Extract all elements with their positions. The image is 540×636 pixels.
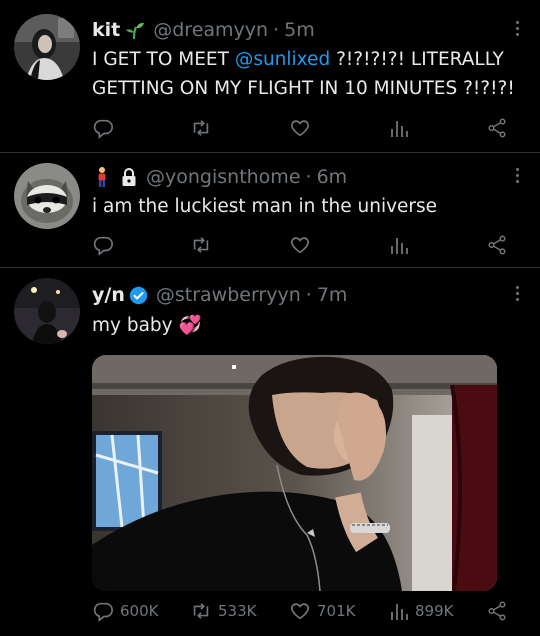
verified-badge-icon bbox=[129, 286, 148, 305]
share-icon bbox=[486, 117, 508, 139]
separator-dot: · bbox=[305, 284, 312, 306]
action-bar: 600K 533K 701K 899K bbox=[92, 600, 522, 624]
tweet-header: kit @dreamyyn · 5m bbox=[92, 17, 315, 43]
views-button[interactable] bbox=[389, 234, 415, 256]
reply-icon bbox=[92, 600, 114, 622]
avatar[interactable] bbox=[14, 278, 80, 344]
avatar[interactable] bbox=[14, 163, 80, 229]
timestamp[interactable]: 7m bbox=[317, 284, 348, 306]
handle[interactable]: @strawberryyn bbox=[156, 284, 301, 306]
share-icon bbox=[486, 600, 508, 622]
more-icon[interactable] bbox=[514, 286, 520, 301]
tweet-header: @yongisnthome · 6m bbox=[92, 164, 347, 190]
retweet-icon bbox=[190, 600, 212, 622]
separator-dot: · bbox=[273, 19, 280, 41]
action-bar bbox=[92, 117, 522, 141]
retweet-button[interactable] bbox=[190, 234, 218, 256]
tweet-text: my baby 💞 bbox=[92, 315, 202, 336]
share-button[interactable] bbox=[486, 600, 508, 622]
separator-dot: · bbox=[305, 166, 312, 188]
retweet-button[interactable] bbox=[190, 117, 218, 139]
views-icon bbox=[389, 600, 409, 622]
reply-button[interactable] bbox=[92, 117, 120, 139]
more-icon[interactable] bbox=[514, 168, 520, 183]
avatar[interactable] bbox=[14, 14, 80, 80]
tweet-header: y/n @strawberryyn · 7m bbox=[92, 282, 347, 308]
reply-icon bbox=[92, 117, 114, 139]
heart-icon bbox=[289, 600, 311, 622]
like-button[interactable]: 701K bbox=[289, 600, 355, 622]
retweet-button[interactable]: 533K bbox=[190, 600, 256, 622]
views-count: 899K bbox=[415, 602, 454, 620]
views-button[interactable] bbox=[389, 117, 415, 139]
reply-icon bbox=[92, 234, 114, 256]
like-button[interactable] bbox=[289, 234, 317, 256]
share-icon bbox=[486, 234, 508, 256]
heart-icon bbox=[289, 117, 311, 139]
share-button[interactable] bbox=[486, 117, 508, 139]
retweet-count: 533K bbox=[218, 602, 257, 620]
person-emoji-icon bbox=[92, 166, 112, 188]
reply-button[interactable] bbox=[92, 234, 120, 256]
views-button[interactable]: 899K bbox=[389, 600, 453, 622]
like-count: 701K bbox=[317, 602, 356, 620]
tweet-1[interactable]: kit @dreamyyn · 5m I GET TO MEET @sunlix… bbox=[0, 0, 540, 152]
handle[interactable]: @dreamyyn bbox=[153, 19, 268, 41]
action-bar bbox=[92, 234, 522, 258]
mention-link[interactable]: @sunlixed bbox=[235, 49, 330, 70]
handle[interactable]: @yongisnthome bbox=[146, 166, 301, 188]
like-button[interactable] bbox=[289, 117, 317, 139]
tweet-text: I GET TO MEET @sunlixed ?!?!?!?! LITERAL… bbox=[92, 45, 522, 103]
heart-icon bbox=[289, 234, 311, 256]
display-name[interactable]: kit bbox=[92, 19, 120, 41]
tweet-text: i am the luckiest man in the universe bbox=[92, 196, 438, 217]
views-icon bbox=[389, 117, 409, 139]
reply-count: 600K bbox=[120, 602, 159, 620]
share-button[interactable] bbox=[486, 234, 508, 256]
tweet-text-part: I GET TO MEET bbox=[92, 49, 235, 70]
retweet-icon bbox=[190, 117, 212, 139]
timestamp[interactable]: 6m bbox=[317, 166, 348, 188]
display-name[interactable]: y/n bbox=[92, 284, 125, 306]
tweet-2[interactable]: @yongisnthome · 6m i am the luckiest man… bbox=[0, 153, 540, 267]
lock-icon bbox=[120, 167, 138, 187]
tweet-media-photo[interactable] bbox=[92, 355, 497, 591]
more-icon[interactable] bbox=[514, 21, 520, 36]
retweet-icon bbox=[190, 234, 212, 256]
views-icon bbox=[389, 234, 409, 256]
sprout-icon bbox=[125, 20, 145, 40]
timestamp[interactable]: 5m bbox=[284, 19, 315, 41]
reply-button[interactable]: 600K bbox=[92, 600, 158, 622]
